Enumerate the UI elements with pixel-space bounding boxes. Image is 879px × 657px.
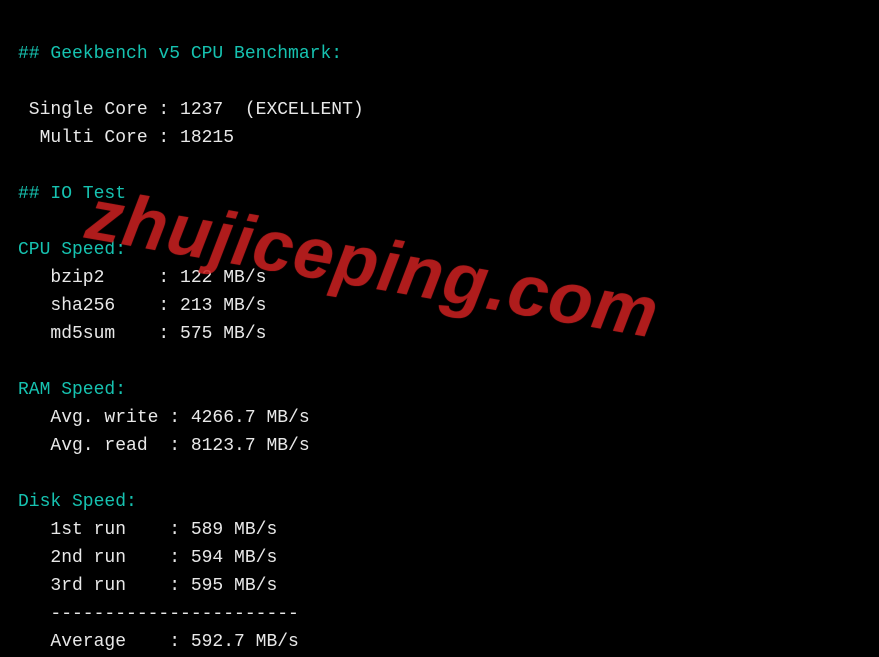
disk-divider: ----------------------- xyxy=(18,604,299,624)
bzip2-value: 122 MB/s xyxy=(180,268,266,288)
single-core-note: (EXCELLENT) xyxy=(223,100,363,120)
bzip2-label: bzip2 : xyxy=(18,268,180,288)
sha256-label: sha256 : xyxy=(18,296,180,316)
sha256-value: 213 MB/s xyxy=(180,296,266,316)
disk-speed-label: Disk Speed: xyxy=(18,492,137,512)
sep: : xyxy=(148,100,180,120)
single-core-label: Single Core xyxy=(18,100,148,120)
multi-core-label: Multi Core xyxy=(18,128,148,148)
disk-run3-value: 595 MB/s xyxy=(191,576,277,596)
ram-write-label: Avg. write : xyxy=(18,408,191,428)
single-core-value: 1237 xyxy=(180,100,223,120)
sep: : xyxy=(148,128,180,148)
geekbench-header: ## Geekbench v5 CPU Benchmark: xyxy=(18,44,342,64)
multi-core-value: 18215 xyxy=(180,128,234,148)
ram-speed-label: RAM Speed: xyxy=(18,380,126,400)
disk-run1-label: 1st run : xyxy=(18,520,191,540)
disk-run3-label: 3rd run : xyxy=(18,576,191,596)
disk-run1-value: 589 MB/s xyxy=(191,520,277,540)
ram-write-value: 4266.7 MB/s xyxy=(191,408,310,428)
disk-run2-label: 2nd run : xyxy=(18,548,191,568)
md5sum-value: 575 MB/s xyxy=(180,324,266,344)
ram-read-label: Avg. read : xyxy=(18,436,191,456)
ram-read-value: 8123.7 MB/s xyxy=(191,436,310,456)
terminal-output: ## Geekbench v5 CPU Benchmark: Single Co… xyxy=(0,0,879,657)
md5sum-label: md5sum : xyxy=(18,324,180,344)
disk-avg-label: Average : xyxy=(18,632,191,652)
disk-run2-value: 594 MB/s xyxy=(191,548,277,568)
cpu-speed-label: CPU Speed: xyxy=(18,240,126,260)
iotest-header: ## IO Test xyxy=(18,184,126,204)
disk-avg-value: 592.7 MB/s xyxy=(191,632,299,652)
